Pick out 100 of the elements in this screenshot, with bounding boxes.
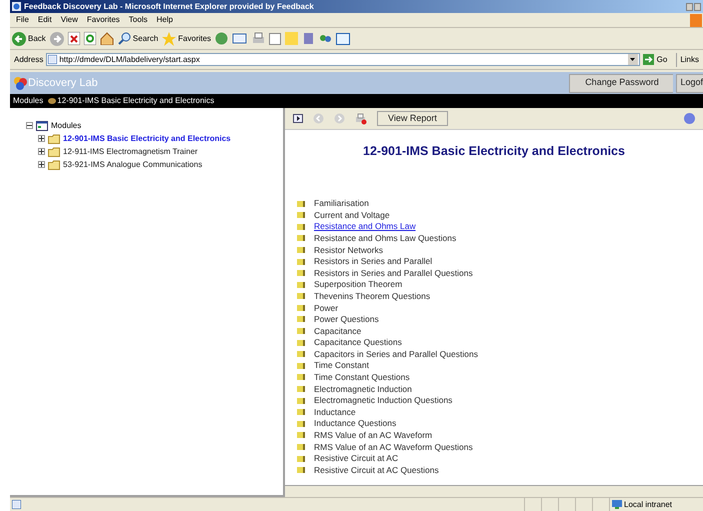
menu-item[interactable]: Favorites — [86, 14, 120, 26]
topic-link[interactable]: Time Constant Questions — [314, 371, 410, 384]
topic-link[interactable]: Familiarisation — [314, 197, 369, 210]
address-field[interactable]: http://dmdev/DLM/labdelivery/start.aspx — [46, 53, 640, 66]
header-button[interactable]: Change Password — [569, 74, 674, 92]
back-button[interactable]: Back — [12, 32, 46, 46]
breadcrumb-current: 12-901-IMS Basic Electricity and Electronics — [57, 95, 214, 107]
tree-item[interactable]: Modules — [51, 120, 82, 132]
security-zone: Local intranet — [624, 498, 672, 510]
dropdown-button[interactable] — [628, 54, 638, 65]
folder-icon — [48, 160, 60, 170]
page-icon — [48, 55, 58, 64]
panel-toggle-icon[interactable] — [293, 114, 303, 123]
bullet-icon — [297, 409, 305, 416]
topic-link[interactable]: Resistance and Ohms Law — [314, 220, 416, 234]
menu-item[interactable]: Help — [156, 14, 173, 26]
topic-link[interactable]: Power — [314, 302, 338, 314]
bullet-icon — [297, 432, 305, 438]
back-arrow-icon — [12, 32, 26, 46]
topic-link[interactable]: Thevenins Theorem Questions — [314, 290, 430, 303]
topic-link[interactable]: Electromagnetic Induction — [314, 382, 412, 396]
home-icon[interactable] — [100, 32, 114, 45]
go-arrow-icon — [642, 54, 654, 65]
topic-link[interactable]: RMS Value of an AC Waveform Questions — [314, 440, 473, 454]
search-button[interactable]: Search — [118, 32, 158, 45]
topic-link[interactable]: Capacitors in Series and Parallel Questions — [314, 348, 478, 361]
bullet-icon — [297, 351, 305, 358]
bullet-icon — [297, 246, 305, 253]
topic-link[interactable]: Capacitance Questions — [314, 336, 402, 350]
tree-toggle[interactable] — [38, 148, 45, 155]
caret-icon — [630, 58, 636, 61]
address-text: http://dmdev/DLM/labdelivery/start.aspx — [59, 54, 200, 66]
messenger-icon[interactable] — [319, 32, 332, 45]
tree-item[interactable]: 53-921-IMS Analogue Communications — [63, 158, 202, 170]
bullet-icon — [297, 282, 305, 288]
folder-icon — [48, 134, 60, 144]
bullet-icon — [297, 444, 305, 450]
menu-item[interactable]: Edit — [38, 14, 52, 26]
search-icon — [118, 32, 131, 45]
bullet-icon — [297, 362, 305, 369]
bullet-icon — [297, 235, 305, 242]
tree-toggle[interactable] — [38, 161, 45, 168]
address-label: Address — [14, 54, 44, 66]
topic-link[interactable]: Resistive Circuit at AC — [314, 452, 398, 465]
bullet-icon — [297, 316, 305, 322]
bullet-icon — [297, 293, 305, 300]
topic-link[interactable]: Electromagnetic Induction Questions — [314, 394, 452, 408]
menu-item[interactable]: Tools — [128, 14, 148, 26]
header-button[interactable]: Logof — [676, 74, 703, 92]
module-icon — [48, 98, 56, 104]
bullet-icon — [297, 398, 305, 404]
tree-item[interactable]: 12-911-IMS Electromagnetism Trainer — [63, 146, 198, 158]
bullet-icon — [297, 456, 305, 462]
topic-link[interactable]: Inductance Questions — [314, 417, 396, 430]
breadcrumb-link[interactable]: Modules — [13, 95, 44, 107]
go-button[interactable]: Go — [642, 54, 668, 66]
bullet-icon — [297, 212, 305, 218]
window-icon[interactable] — [336, 32, 350, 44]
topic-link[interactable]: Resistors in Series and Parallel — [314, 255, 432, 268]
folder-icon — [48, 146, 60, 156]
window-icon — [36, 120, 48, 130]
bullet-icon — [297, 374, 305, 380]
links-label[interactable]: Links — [680, 54, 699, 66]
page-icon — [12, 500, 21, 509]
topic-link[interactable]: Inductance — [314, 406, 356, 419]
refresh-icon[interactable] — [84, 32, 96, 45]
maximize-button[interactable] — [694, 2, 701, 10]
tree-toggle[interactable] — [38, 135, 45, 142]
favorites-button[interactable]: Favorites — [162, 32, 212, 46]
minimize-button[interactable] — [686, 2, 693, 10]
bullet-icon — [297, 420, 305, 427]
menu-item[interactable]: View — [60, 14, 78, 26]
window-title: Feedback Discovery Lab - Microsoft Internet Explorer provided by Feedback — [24, 0, 314, 12]
topic-link[interactable]: Time Constant — [314, 359, 369, 372]
tree-item[interactable]: 12-901-IMS Basic Electricity and Electronics — [63, 132, 231, 144]
tree-toggle[interactable] — [26, 122, 33, 129]
topic-link[interactable]: Capacitance — [314, 324, 362, 338]
app-title: Discovery Lab — [28, 76, 98, 91]
topic-link[interactable]: Resistors in Series and Parallel Questions — [314, 266, 473, 280]
print-icon[interactable] — [252, 32, 266, 45]
bullet-icon — [297, 224, 305, 230]
bullet-icon — [297, 304, 305, 311]
bullet-icon — [297, 340, 305, 346]
topic-link[interactable]: RMS Value of an AC Waveform — [314, 429, 432, 442]
bullet-icon — [297, 386, 305, 392]
topic-link[interactable]: Power Questions — [314, 313, 379, 326]
browser-icon — [12, 2, 21, 11]
topic-link[interactable]: Resistor Networks — [314, 244, 383, 256]
view-report-button[interactable]: View Report — [377, 111, 448, 126]
bullet-icon — [297, 270, 305, 276]
topic-link[interactable]: Current and Voltage — [314, 208, 390, 222]
menu-item[interactable]: File — [16, 14, 29, 26]
stop-icon[interactable] — [68, 32, 80, 45]
topic-link[interactable]: Resistance and Ohms Law Questions — [314, 232, 456, 245]
topic-link[interactable]: Superposition Theorem — [314, 278, 402, 292]
bullet-icon — [297, 328, 305, 334]
logo-icon — [13, 76, 27, 90]
network-icon — [612, 500, 622, 509]
bullet-icon — [297, 200, 305, 207]
topic-link[interactable]: Resistive Circuit at AC Questions — [314, 464, 439, 477]
